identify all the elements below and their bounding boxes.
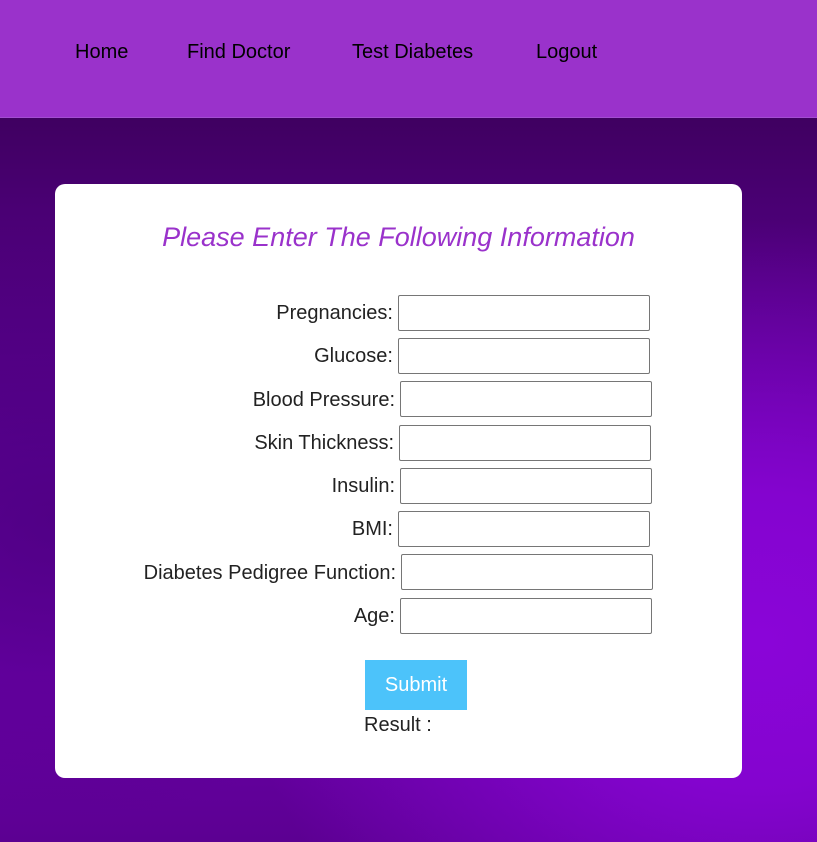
submit-button[interactable]: Submit xyxy=(365,660,467,710)
form-title: Please Enter The Following Information xyxy=(162,222,635,252)
age-input[interactable] xyxy=(400,598,652,634)
insulin-label: Insulin: xyxy=(331,475,395,497)
nav-test-diabetes-link[interactable]: Test Diabetes xyxy=(352,41,473,64)
result-label: Result : xyxy=(364,714,432,736)
top-navbar: Home Find Doctor Test Diabetes Logout xyxy=(0,0,817,118)
nav-logout-link[interactable]: Logout xyxy=(536,41,597,64)
diabetes-pedigree-function-label: Diabetes Pedigree Function: xyxy=(143,562,396,584)
skin-thickness-input[interactable] xyxy=(399,425,651,461)
nav-find-doctor-link[interactable]: Find Doctor xyxy=(187,41,290,64)
glucose-label: Glucose: xyxy=(314,345,393,367)
blood-pressure-input[interactable] xyxy=(400,381,652,417)
age-label: Age: xyxy=(353,605,395,627)
pregnancies-label: Pregnancies: xyxy=(276,302,393,324)
pregnancies-input[interactable] xyxy=(398,295,650,331)
nav-home-link[interactable]: Home xyxy=(75,41,128,64)
bmi-input[interactable] xyxy=(398,511,650,547)
skin-thickness-label: Skin Thickness: xyxy=(254,432,394,454)
form-card: Please Enter The Following Information P… xyxy=(55,184,742,778)
bmi-label: BMI: xyxy=(351,518,393,540)
glucose-input[interactable] xyxy=(398,338,650,374)
diabetes-pedigree-function-input[interactable] xyxy=(401,554,653,590)
blood-pressure-label: Blood Pressure: xyxy=(252,389,395,411)
insulin-input[interactable] xyxy=(400,468,652,504)
